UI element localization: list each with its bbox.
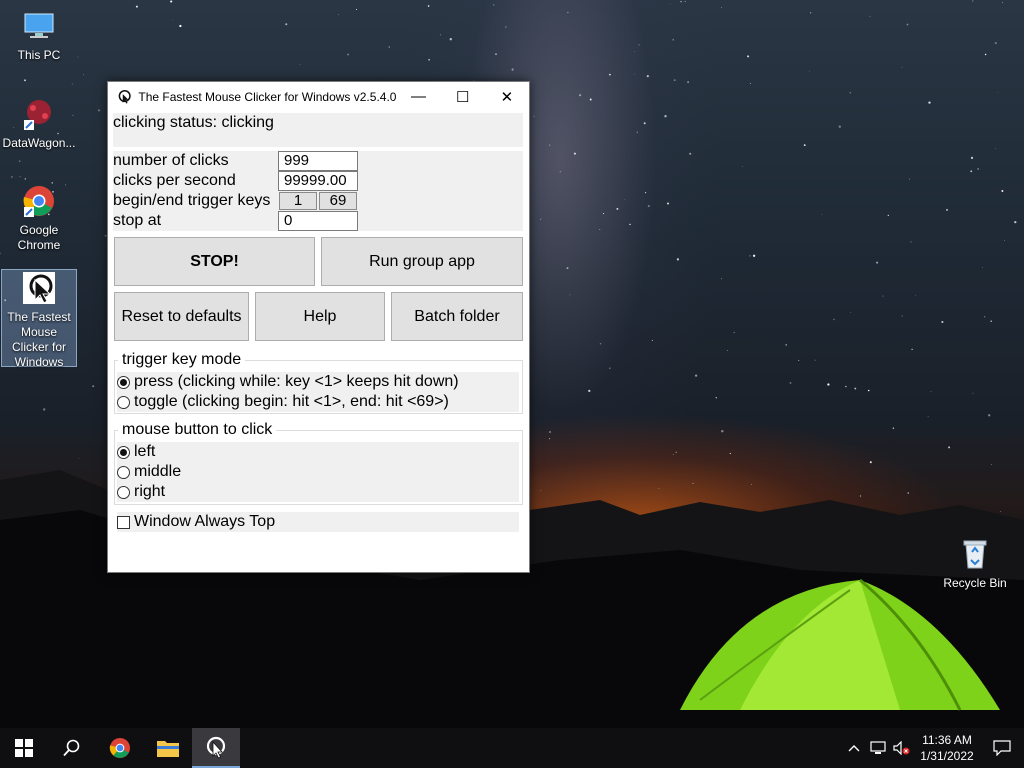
desktop-icon-datawagon[interactable]: DataWagon... (0, 96, 78, 151)
network-icon[interactable] (866, 728, 890, 768)
radio-button[interactable] (117, 395, 130, 409)
cps-label: clicks per second (113, 172, 236, 189)
volume-muted-icon[interactable] (890, 728, 914, 768)
chrome-icon (109, 738, 130, 758)
cps-input[interactable]: 99999.00 (278, 171, 358, 191)
windows-logo-icon (15, 739, 33, 757)
checkbox[interactable] (117, 515, 130, 529)
system-tray: 11:36 AM 1/31/2022 (842, 728, 1024, 768)
mouse-button-right-option[interactable]: right (117, 482, 519, 502)
radio-button[interactable] (117, 485, 130, 499)
taskbar-mouse-clicker[interactable] (192, 728, 240, 768)
reset-defaults-button[interactable]: Reset to defaults (114, 292, 249, 341)
clock-time: 11:36 AM (922, 733, 972, 747)
app-window: The Fastest Mouse Clicker for Windows v2… (107, 81, 530, 573)
trigger-mode-press-option[interactable]: press (clicking while: key <1> keeps hit… (117, 372, 519, 392)
mouse-button-middle-option[interactable]: middle (117, 462, 519, 482)
clock-date: 1/31/2022 (920, 749, 974, 763)
desktop-icon-label: The Fastest Mouse Clicker for Windows (7, 310, 71, 369)
minimize-button[interactable]: — (396, 82, 440, 111)
radio-button[interactable] (117, 465, 130, 479)
clicking-status: clicking status: clicking (113, 114, 274, 131)
always-top-option[interactable]: Window Always Top (117, 512, 519, 532)
desktop-icon-label: Google Chrome (17, 223, 61, 252)
taskbar-chrome[interactable] (96, 728, 144, 768)
option-label: middle (134, 463, 182, 480)
close-button[interactable]: ✕ (485, 82, 529, 111)
trigger-mode-title: trigger key mode (118, 351, 246, 369)
stop-at-input[interactable]: 0 (278, 211, 358, 231)
folder-icon (157, 741, 179, 757)
desktop-icon-this-pc[interactable]: This PC (0, 8, 78, 63)
mouse-clicker-icon (206, 736, 226, 759)
mouse-clicker-icon (23, 272, 55, 304)
maximize-button[interactable]: ☐ (441, 82, 485, 111)
desktop-icon-label: DataWagon... (2, 136, 76, 150)
run-group-app-button[interactable]: Run group app (321, 237, 523, 286)
datawagon-icon (24, 100, 51, 130)
radio-button-selected[interactable] (117, 445, 130, 459)
title-bar[interactable]: The Fastest Mouse Clicker for Windows v2… (108, 82, 529, 111)
window-title: The Fastest Mouse Clicker for Windows v2… (138, 89, 397, 104)
computer-icon (24, 13, 54, 38)
num-clicks-label: number of clicks (113, 152, 229, 169)
status-panel: clicking status: clicking (113, 113, 523, 147)
taskbar-clock[interactable]: 11:36 AM 1/31/2022 (914, 732, 980, 764)
desktop-icon-label: This PC (17, 48, 61, 62)
help-button[interactable]: Help (255, 292, 385, 341)
option-label: Window Always Top (134, 513, 276, 530)
stop-button[interactable]: STOP! (114, 237, 315, 286)
batch-folder-button[interactable]: Batch folder (391, 292, 523, 341)
stop-at-label: stop at (113, 212, 162, 229)
taskbar-file-explorer[interactable] (144, 728, 192, 768)
trigger-mode-toggle-option[interactable]: toggle (clicking begin: hit <1>, end: hi… (117, 392, 519, 412)
trigger-keys-label: begin/end trigger keys (113, 192, 271, 209)
search-button[interactable] (48, 728, 96, 768)
end-key-button[interactable]: 69 (319, 192, 357, 210)
desktop-icon-label: Recycle Bin (943, 576, 1007, 590)
option-label: press (clicking while: key <1> keeps hit… (134, 373, 459, 390)
search-icon (63, 739, 80, 757)
desktop-icon-google-chrome[interactable]: Google Chrome (0, 183, 78, 253)
desktop-icon-recycle-bin[interactable]: Recycle Bin (936, 536, 1014, 591)
desktop-icon-fastest-mouse-clicker[interactable]: The Fastest Mouse Clicker for Windows (1, 269, 77, 369)
chevron-up-icon[interactable] (842, 728, 866, 768)
taskbar: 11:36 AM 1/31/2022 (0, 728, 1024, 768)
option-label: right (134, 483, 166, 500)
start-button[interactable] (0, 728, 48, 768)
mouse-button-left-option[interactable]: left (117, 442, 519, 462)
num-clicks-input[interactable]: 999 (278, 151, 358, 171)
notifications-icon[interactable] (980, 728, 1024, 768)
begin-key-button[interactable]: 1 (279, 192, 317, 210)
option-label: left (134, 443, 156, 460)
option-label: toggle (clicking begin: hit <1>, end: hi… (134, 393, 449, 410)
settings-panel: number of clicks 999 clicks per second 9… (113, 151, 523, 231)
chrome-icon (23, 186, 54, 217)
mouse-button-title: mouse button to click (118, 421, 277, 439)
app-icon (118, 89, 131, 104)
radio-button-selected[interactable] (117, 375, 130, 389)
recycle-bin-icon (963, 540, 987, 569)
